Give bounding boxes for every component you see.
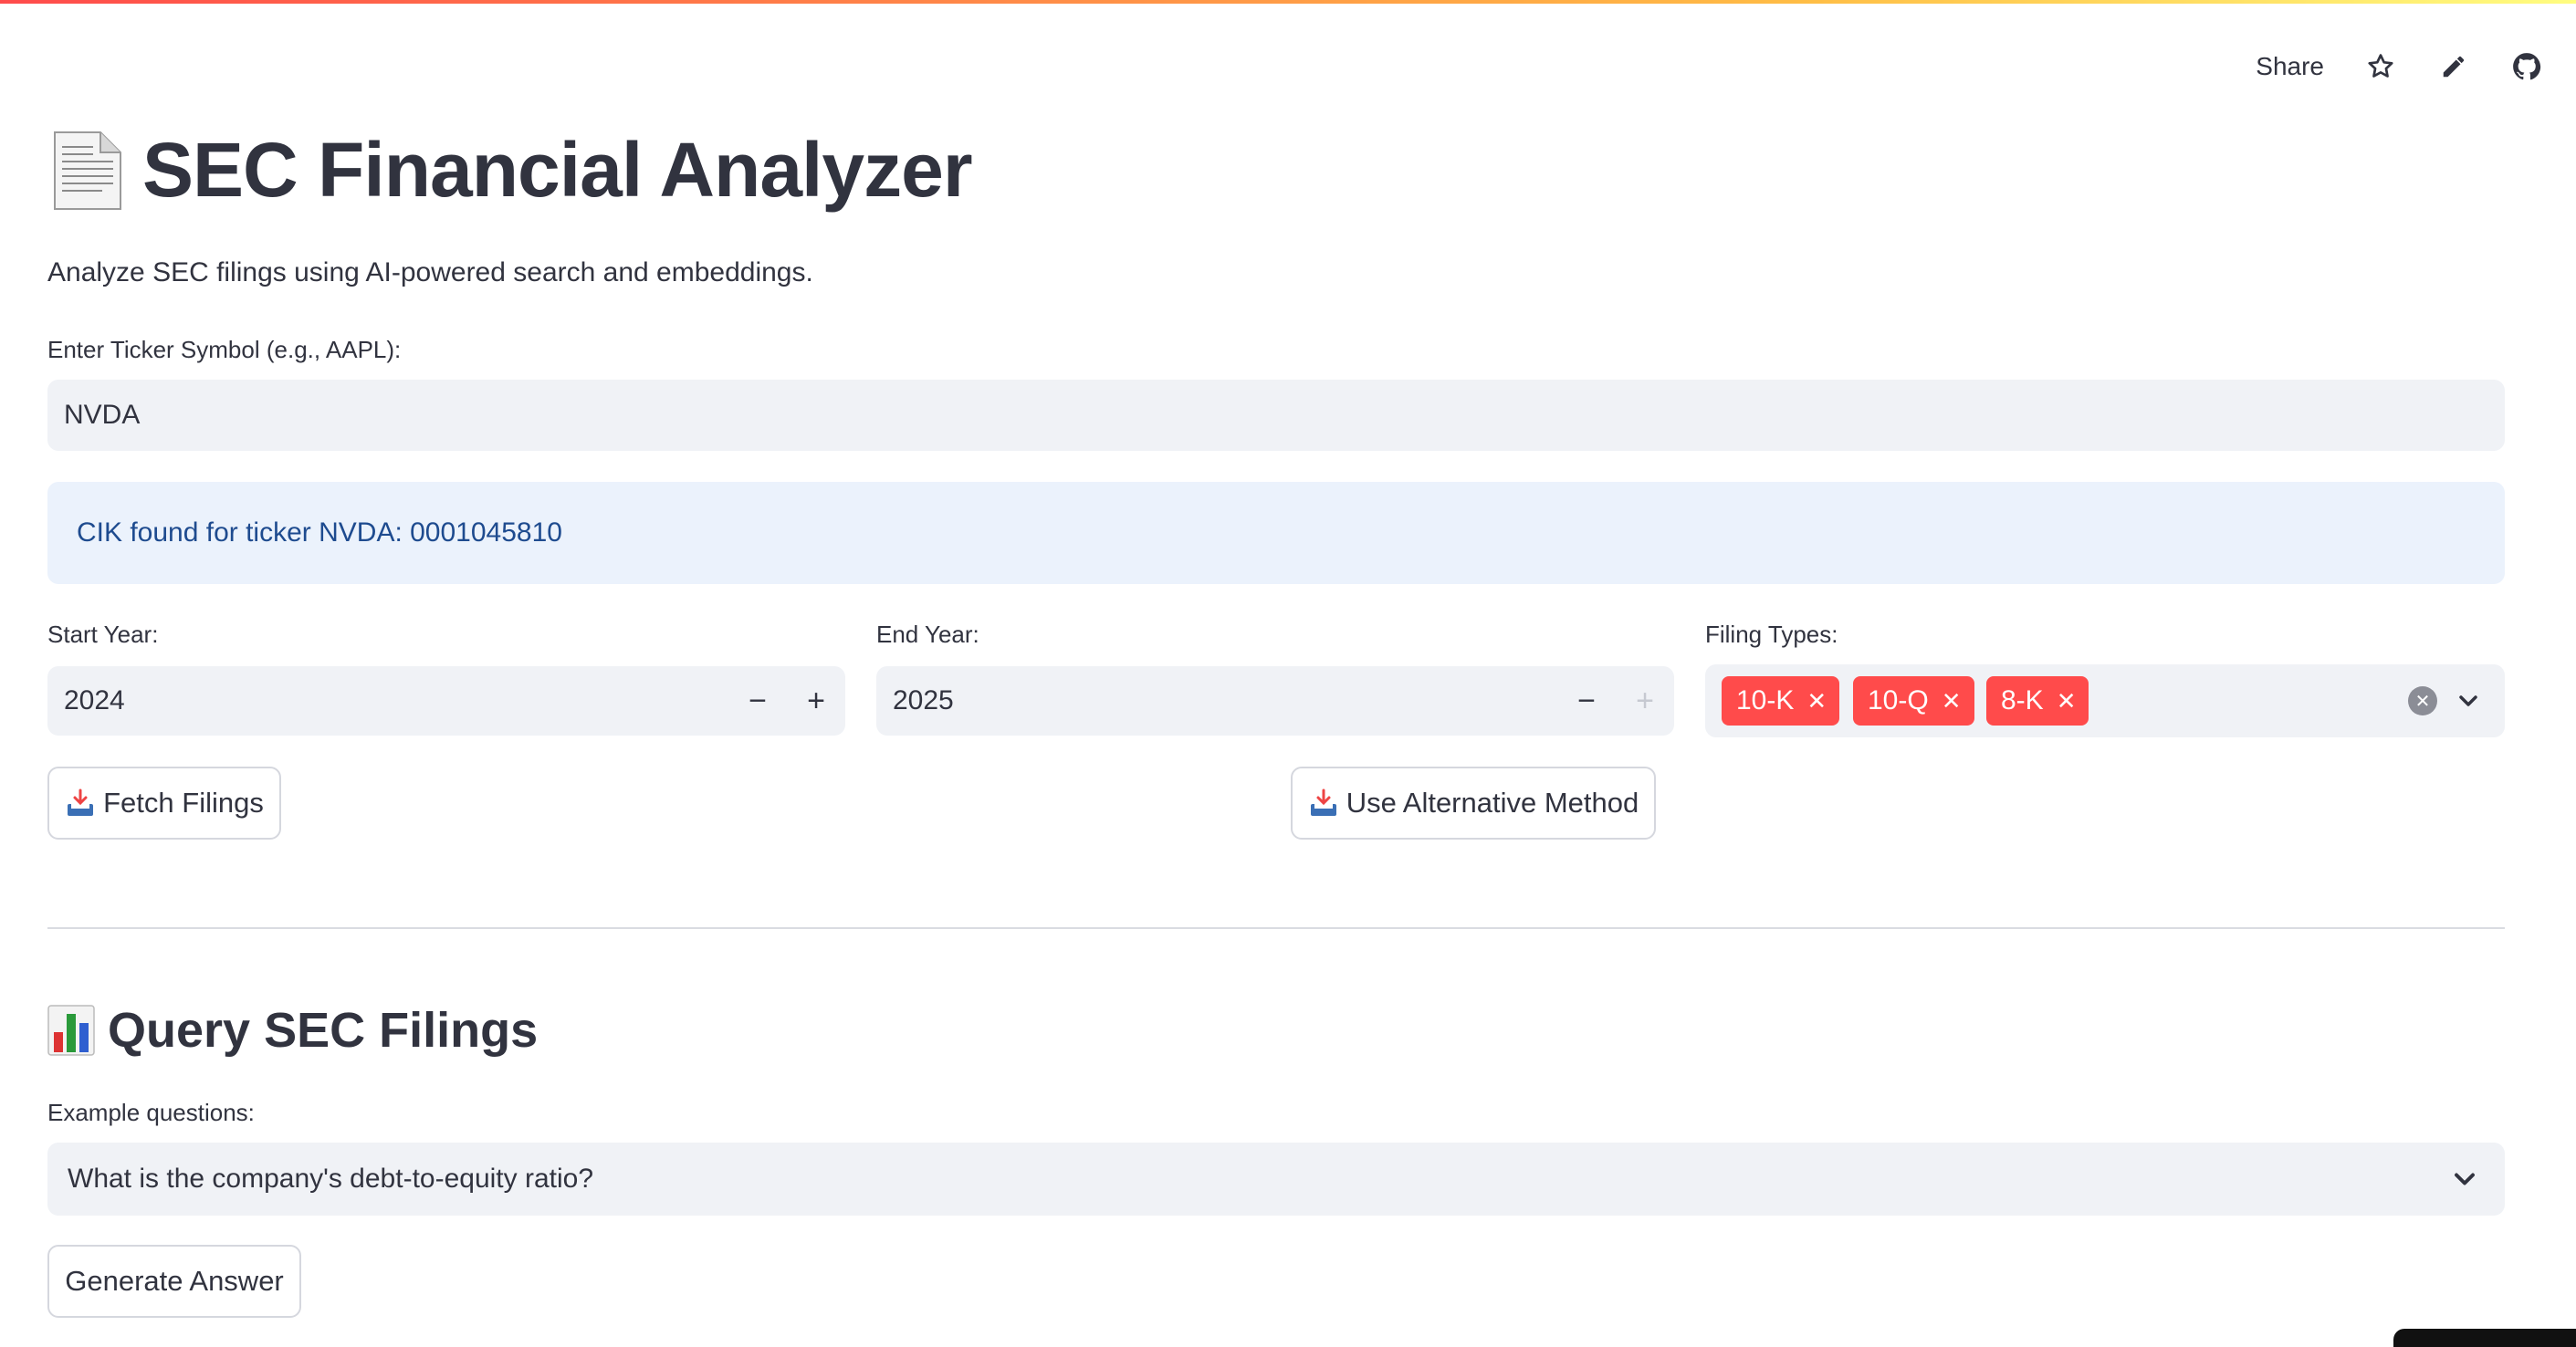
inbox-tray-icon — [1310, 788, 1336, 816]
page-subtitle: Analyze SEC filings using AI-powered sea… — [47, 257, 813, 287]
query-section-header: Query SEC Filings — [47, 1002, 538, 1059]
document-icon — [54, 131, 121, 210]
selected-question: What is the company's debt-to-equity rat… — [68, 1164, 594, 1194]
start-year-increment-button[interactable]: + — [787, 666, 845, 736]
example-questions-label: Example questions: — [47, 1099, 255, 1126]
filing-type-chip: 10-Q ✕ — [1853, 676, 1974, 726]
remove-chip-icon[interactable]: ✕ — [2057, 687, 2077, 715]
ticker-input[interactable]: NVDA — [47, 380, 2505, 451]
chevron-down-icon — [2455, 1173, 2475, 1185]
ticker-label: Enter Ticker Symbol (e.g., AAPL): — [47, 336, 402, 363]
alternative-method-button[interactable]: Use Alternative Method — [1291, 767, 1656, 840]
chip-label: 8-K — [2001, 685, 2044, 715]
app-top-decoration-bar — [0, 0, 2576, 4]
end-year-decrement-button[interactable]: − — [1557, 666, 1616, 736]
end-year-increment-button[interactable]: + — [1616, 666, 1674, 736]
example-questions-select[interactable]: What is the company's debt-to-equity rat… — [47, 1143, 2505, 1216]
start-year-input[interactable]: 2024 — [47, 666, 845, 736]
section-divider — [47, 927, 2505, 929]
page-header: SEC Financial Analyzer — [47, 126, 973, 214]
page-title: SEC Financial Analyzer — [142, 127, 973, 213]
cik-info-alert: CIK found for ticker NVDA: 0001045810 — [47, 482, 2505, 584]
remove-chip-icon[interactable]: ✕ — [1806, 687, 1827, 715]
clear-all-icon[interactable]: ✕ — [2408, 686, 2437, 715]
query-section-title: Query SEC Filings — [108, 1003, 539, 1058]
end-year-label: End Year: — [876, 621, 979, 648]
status-widget[interactable] — [2393, 1329, 2576, 1347]
start-year-stepper: − + — [728, 666, 845, 736]
end-year-stepper: − + — [1557, 666, 1674, 736]
share-button[interactable]: Share — [2256, 52, 2324, 81]
filing-types-label: Filing Types: — [1705, 621, 1838, 648]
fetch-filings-label: Fetch Filings — [103, 787, 264, 819]
filing-types-multiselect[interactable]: 10-K ✕ 10-Q ✕ 8-K ✕ — [1705, 664, 2505, 737]
app-toolbar: Share — [2256, 46, 2543, 88]
fetch-filings-button[interactable]: Fetch Filings — [47, 767, 281, 840]
chip-label: 10-K — [1736, 685, 1795, 715]
filing-type-chip: 8-K ✕ — [1986, 676, 2089, 726]
generate-answer-button[interactable]: Generate Answer — [47, 1245, 301, 1318]
chip-label: 10-Q — [1868, 685, 1929, 715]
filing-type-chip: 10-K ✕ — [1722, 676, 1840, 726]
end-year-input[interactable]: 2025 — [876, 666, 1674, 736]
bar-chart-icon — [47, 1005, 95, 1056]
remove-chip-icon[interactable]: ✕ — [1942, 687, 1962, 715]
start-year-label: Start Year: — [47, 621, 159, 648]
star-icon[interactable] — [2364, 50, 2397, 83]
inbox-tray-icon — [68, 788, 94, 816]
pencil-icon[interactable] — [2437, 50, 2470, 83]
alternative-method-label: Use Alternative Method — [1346, 787, 1639, 819]
chevron-down-icon[interactable] — [2454, 686, 2483, 715]
start-year-decrement-button[interactable]: − — [728, 666, 787, 736]
github-icon[interactable] — [2510, 50, 2543, 83]
